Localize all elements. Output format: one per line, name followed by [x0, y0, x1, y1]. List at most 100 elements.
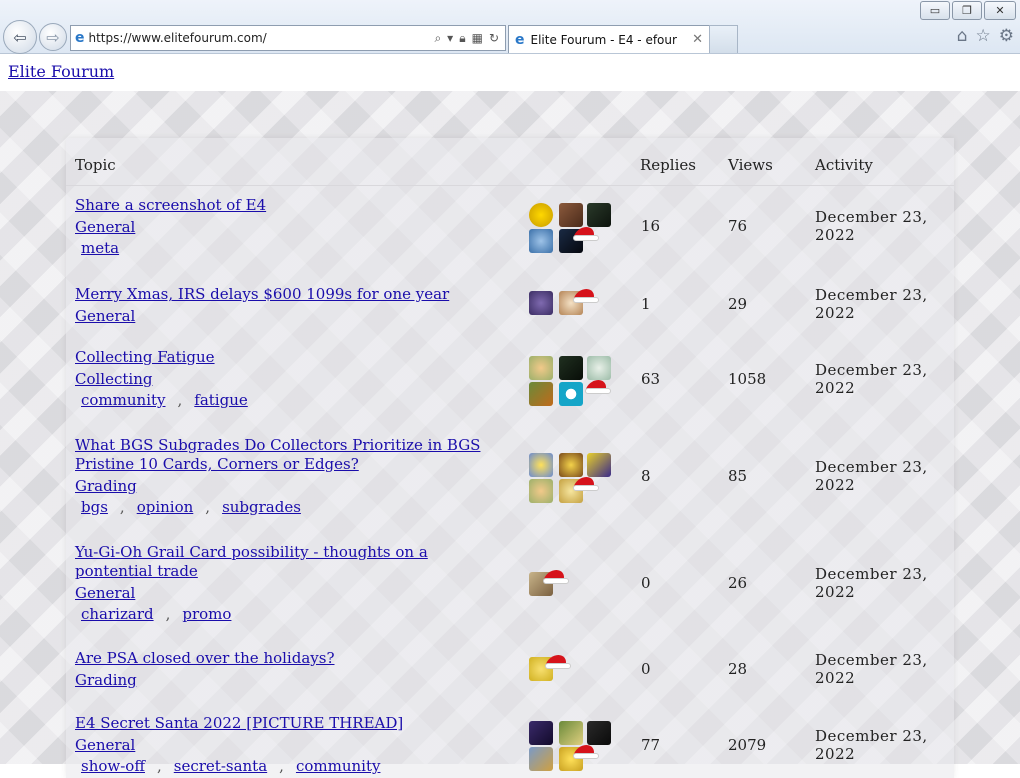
category-link[interactable]: General — [75, 584, 495, 603]
home-icon[interactable]: ⌂ — [957, 26, 968, 46]
activity-date[interactable]: December 23, 2022 — [815, 727, 945, 763]
tag-list: bgs, opinion, subgrades — [81, 498, 301, 516]
santa-hat-icon — [545, 653, 571, 669]
category-link[interactable]: Grading — [75, 477, 495, 496]
tag-link[interactable]: community — [81, 391, 166, 409]
browser-tab[interactable]: e Elite Fourum - E4 - efour ✕ — [508, 25, 710, 53]
address-tools: ⌕ ▾ 🔒︎ ▦ ↻ — [434, 31, 505, 46]
tab-title: Elite Fourum - E4 - efour — [530, 32, 677, 47]
tag-list: charizard, promo — [81, 605, 232, 623]
tag-link[interactable]: show-off — [81, 757, 145, 775]
activity-date[interactable]: December 23, 2022 — [815, 651, 945, 687]
category-link[interactable]: Grading — [75, 671, 495, 690]
avatar[interactable] — [587, 203, 611, 227]
avatar[interactable] — [559, 356, 583, 380]
replies-count: 16 — [641, 217, 661, 235]
avatar[interactable] — [559, 382, 583, 406]
header-activity: Activity — [815, 156, 873, 174]
search-icon[interactable]: ⌕ — [434, 31, 441, 46]
topic-cell: Are PSA closed over the holidays? Gradin… — [75, 649, 495, 690]
tag-link[interactable]: bgs — [81, 498, 108, 516]
back-button[interactable]: ⇦ — [3, 20, 37, 54]
tag-link[interactable]: opinion — [137, 498, 194, 516]
avatar[interactable] — [529, 203, 553, 227]
views-count: 2079 — [728, 736, 767, 754]
replies-count: 0 — [641, 574, 651, 592]
replies-count: 63 — [641, 370, 661, 388]
tag-link[interactable]: charizard — [81, 605, 154, 623]
tag-link[interactable]: promo — [182, 605, 231, 623]
avatar[interactable] — [587, 453, 611, 477]
avatar[interactable] — [529, 479, 553, 503]
views-count: 1058 — [728, 370, 767, 388]
new-tab-button[interactable] — [709, 25, 738, 53]
topic-cell: Yu-Gi-Oh Grail Card possibility - though… — [75, 543, 495, 624]
topic-cell: What BGS Subgrades Do Collectors Priorit… — [75, 436, 495, 517]
tag-list: community, fatigue — [81, 391, 248, 409]
avatar[interactable] — [529, 721, 553, 745]
tag-link[interactable]: secret-santa — [174, 757, 267, 775]
tag-link[interactable]: fatigue — [194, 391, 247, 409]
site-header: Elite Fourum — [0, 54, 1020, 91]
topic-title-link[interactable]: Are PSA closed over the holidays? — [75, 649, 335, 667]
topic-title-link[interactable]: Collecting Fatigue — [75, 348, 215, 366]
header-divider — [66, 185, 954, 186]
category-link[interactable]: General — [75, 218, 495, 237]
views-count: 26 — [728, 574, 748, 592]
address-url[interactable]: https://www.elitefourum.com/ — [89, 31, 435, 45]
avatar[interactable] — [559, 203, 583, 227]
topic-title-link[interactable]: Yu-Gi-Oh Grail Card possibility - though… — [75, 543, 428, 580]
avatar[interactable] — [529, 382, 553, 406]
replies-count: 1 — [641, 295, 651, 313]
category-link[interactable]: General — [75, 736, 495, 755]
tab-close-icon[interactable]: ✕ — [692, 32, 703, 47]
avatar[interactable] — [529, 453, 553, 477]
tag-link[interactable]: subgrades — [222, 498, 301, 516]
avatar[interactable] — [587, 721, 611, 745]
avatar[interactable] — [529, 291, 553, 315]
avatar[interactable] — [529, 747, 553, 771]
category-link[interactable]: General — [75, 307, 495, 326]
activity-date[interactable]: December 23, 2022 — [815, 565, 945, 601]
header-topic: Topic — [75, 156, 116, 174]
header-views: Views — [728, 156, 773, 174]
forward-button[interactable]: ⇨ — [39, 23, 67, 51]
topic-title-link[interactable]: Merry Xmas, IRS delays $600 1099s for on… — [75, 285, 449, 303]
tag-link[interactable]: community — [296, 757, 381, 775]
activity-date[interactable]: December 23, 2022 — [815, 208, 945, 244]
dropdown-icon[interactable]: ▾ — [447, 31, 453, 46]
category-link[interactable]: Collecting — [75, 370, 495, 389]
topic-title-link[interactable]: What BGS Subgrades Do Collectors Priorit… — [75, 436, 480, 473]
lock-icon[interactable]: 🔒︎ — [459, 31, 465, 46]
restore-icon[interactable]: ❐ — [952, 1, 982, 20]
activity-date[interactable]: December 23, 2022 — [815, 286, 945, 322]
close-icon[interactable]: ✕ — [984, 1, 1016, 20]
minimize-icon[interactable]: ▭ — [920, 1, 950, 20]
favorites-star-icon[interactable]: ☆ — [976, 26, 991, 46]
views-count: 76 — [728, 217, 748, 235]
replies-count: 0 — [641, 660, 651, 678]
topic-title-link[interactable]: E4 Secret Santa 2022 [PICTURE THREAD] — [75, 714, 403, 732]
santa-hat-icon — [573, 475, 599, 491]
tag-link[interactable]: meta — [81, 239, 119, 257]
site-title-link[interactable]: Elite Fourum — [8, 62, 114, 81]
topic-cell: E4 Secret Santa 2022 [PICTURE THREAD] Ge… — [75, 714, 495, 776]
avatar[interactable] — [529, 356, 553, 380]
compat-icon[interactable]: ▦ — [472, 31, 483, 46]
activity-date[interactable]: December 23, 2022 — [815, 361, 945, 397]
tag-list: meta — [75, 239, 495, 258]
avatar[interactable] — [559, 721, 583, 745]
settings-gear-icon[interactable]: ⚙ — [999, 26, 1014, 46]
activity-date[interactable]: December 23, 2022 — [815, 458, 945, 494]
address-bar[interactable]: e https://www.elitefourum.com/ ⌕ ▾ 🔒︎ ▦ … — [70, 25, 506, 51]
topic-title-link[interactable]: Share a screenshot of E4 — [75, 196, 266, 214]
tab-ie-icon: e — [515, 31, 525, 48]
views-count: 29 — [728, 295, 748, 313]
avatar[interactable] — [587, 356, 611, 380]
avatar[interactable] — [529, 229, 553, 253]
window-controls: ▭ ❐ ✕ — [920, 1, 1016, 20]
refresh-icon[interactable]: ↻ — [489, 31, 499, 46]
santa-hat-icon — [573, 287, 599, 303]
replies-count: 8 — [641, 467, 651, 485]
avatar[interactable] — [559, 453, 583, 477]
